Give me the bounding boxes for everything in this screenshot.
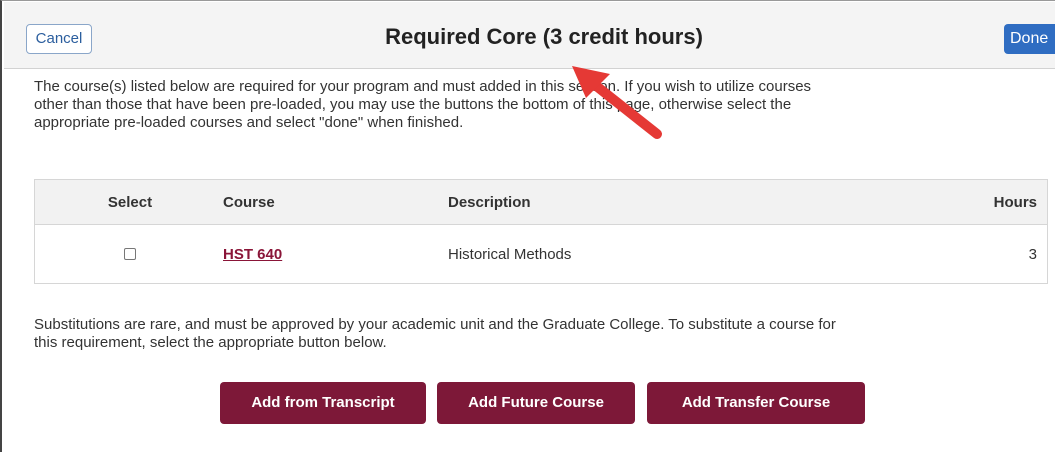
course-cell: HST 640: [223, 225, 443, 283]
courses-table: Select Course Description Hours HST 640 …: [34, 179, 1048, 284]
page-title: Required Core (3 credit hours): [385, 24, 703, 49]
substitution-text: Substitutions are rare, and must be appr…: [34, 316, 1044, 352]
modal-window: Cancel Required Core (3 credit hours) Do…: [0, 0, 1055, 452]
column-header-select: Select: [107, 193, 153, 211]
instructions-line-1: The course(s) listed below are required …: [34, 78, 812, 95]
select-cell: [35, 225, 225, 283]
table-row: HST 640 Historical Methods 3: [35, 225, 1047, 283]
add-transfer-course-button[interactable]: Add Transfer Course: [647, 382, 865, 424]
column-header-course: Course: [223, 193, 275, 211]
add-future-course-button[interactable]: Add Future Course: [437, 382, 635, 424]
course-select-checkbox[interactable]: [124, 248, 136, 260]
add-from-transcript-button[interactable]: Add from Transcript: [220, 382, 426, 424]
done-button[interactable]: Done: [1004, 24, 1055, 54]
hours-cell: 3: [1028, 245, 1037, 263]
instructions-line-2: other than those that have been pre-load…: [34, 96, 792, 113]
cancel-button[interactable]: Cancel: [26, 24, 92, 54]
description-cell: Historical Methods: [448, 245, 572, 263]
course-link[interactable]: HST 640: [223, 246, 282, 263]
instructions-line-3: appropriate pre-loaded courses and selec…: [34, 114, 464, 131]
table-header-row: Select Course Description Hours: [35, 180, 1047, 225]
instructions-text: The course(s) listed below are required …: [34, 78, 1044, 132]
substitution-line-2: this requirement, select the appropriate…: [34, 334, 387, 351]
column-header-hours: Hours: [993, 193, 1037, 211]
modal-header: Cancel Required Core (3 credit hours) Do…: [4, 2, 1055, 69]
column-header-description: Description: [448, 193, 531, 211]
substitution-line-1: Substitutions are rare, and must be appr…: [34, 316, 836, 333]
red-arrow-annotation: [572, 66, 662, 139]
